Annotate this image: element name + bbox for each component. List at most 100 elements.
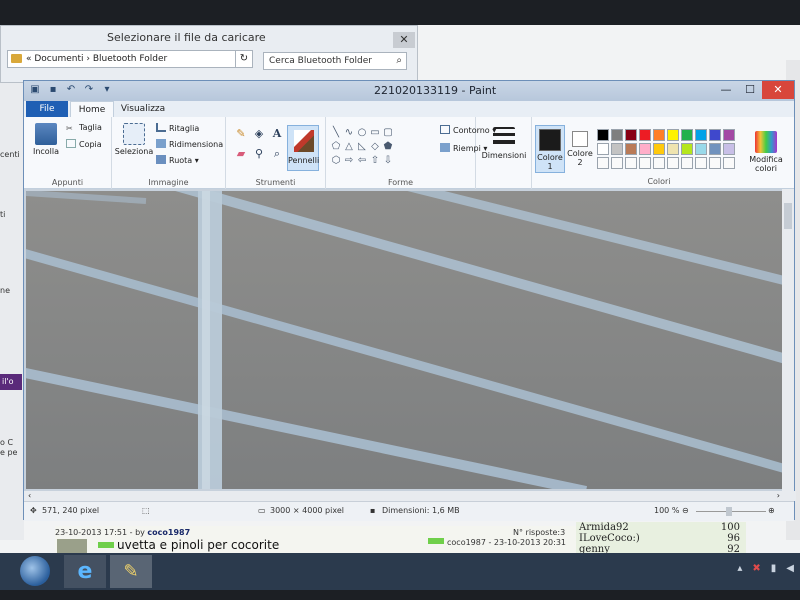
tray-volume-icon[interactable]: ◀	[786, 563, 794, 574]
palette-swatch[interactable]	[667, 129, 679, 141]
dialog-close-button[interactable]: ✕	[393, 32, 415, 48]
undo-icon[interactable]: ↶	[64, 83, 78, 97]
arrow-right-shape-icon[interactable]: ⇨	[343, 155, 355, 167]
palette-swatch[interactable]	[709, 143, 721, 155]
palette-swatch[interactable]	[695, 129, 707, 141]
tab-file[interactable]: File	[26, 101, 68, 117]
scroll-thumb[interactable]	[784, 203, 792, 229]
post-author[interactable]: coco1987	[147, 528, 190, 537]
palette-swatch[interactable]	[723, 143, 735, 155]
palette-swatch-empty[interactable]	[667, 157, 679, 169]
color2-button[interactable]: Colore 2	[566, 125, 594, 173]
curve-shape-icon[interactable]: ∿	[343, 127, 355, 139]
fill-bucket-icon[interactable]: ◈	[252, 127, 266, 141]
tray-flag-icon[interactable]: ✖	[752, 563, 760, 574]
color-picker-icon[interactable]: ⚲	[252, 147, 266, 161]
line-shape-icon[interactable]: ╲	[330, 127, 342, 139]
palette-swatch[interactable]	[667, 143, 679, 155]
rotate-button[interactable]: Ruota ▾	[156, 155, 199, 165]
palette-swatch[interactable]	[611, 143, 623, 155]
palette-swatch[interactable]	[597, 129, 609, 141]
save-icon[interactable]: ▪	[46, 83, 60, 97]
canvas-area[interactable]	[24, 189, 784, 491]
palette-swatch-empty[interactable]	[639, 157, 651, 169]
palette-swatch[interactable]	[625, 129, 637, 141]
triangle-shape-icon[interactable]: △	[343, 141, 355, 153]
palette-swatch[interactable]	[639, 143, 651, 155]
zoom-out-icon[interactable]: ⊖	[682, 506, 689, 515]
forum-post-title-link[interactable]: uvetta e pinoli per cocorite	[98, 538, 279, 552]
palette-swatch-empty[interactable]	[709, 157, 721, 169]
customize-toolbar-icon[interactable]: ▾	[100, 83, 114, 97]
palette-swatch-empty[interactable]	[653, 157, 665, 169]
refresh-button[interactable]: ↻	[235, 50, 253, 68]
tray-up-arrow-icon[interactable]: ▴	[737, 563, 742, 574]
vertical-scrollbar[interactable]	[782, 189, 794, 491]
palette-swatch-empty[interactable]	[611, 157, 623, 169]
scroll-right-icon[interactable]: ›	[777, 491, 780, 500]
close-button[interactable]: ✕	[762, 81, 794, 99]
palette-swatch-empty[interactable]	[723, 157, 735, 169]
palette-swatch[interactable]	[681, 143, 693, 155]
rect-shape-icon[interactable]: ▭	[369, 127, 381, 139]
palette-swatch[interactable]	[723, 129, 735, 141]
last-post-link[interactable]: coco1987 - 23-10-2013 20:31	[428, 538, 566, 547]
palette-swatch-empty[interactable]	[681, 157, 693, 169]
paint-app-icon[interactable]: ▣	[28, 83, 42, 97]
pentagon-shape-icon[interactable]: ⬟	[382, 141, 394, 153]
magnifier-icon[interactable]: ⌕	[270, 147, 284, 161]
scroll-left-icon[interactable]: ‹	[28, 491, 31, 500]
internet-explorer-icon[interactable]: e	[64, 555, 106, 588]
oval-shape-icon[interactable]: ○	[356, 127, 368, 139]
palette-swatch[interactable]	[597, 143, 609, 155]
palette-swatch[interactable]	[681, 129, 693, 141]
palette-swatch-empty[interactable]	[625, 157, 637, 169]
tab-home[interactable]: Home	[70, 101, 114, 117]
canvas-photo[interactable]	[26, 191, 782, 489]
search-icon[interactable]: ⌕	[396, 55, 402, 66]
color1-button[interactable]: Colore 1	[535, 125, 565, 173]
tray-network-icon[interactable]: ▮	[771, 563, 777, 574]
size-button[interactable]: Dimensioni	[480, 127, 528, 160]
paste-button[interactable]: Incolla	[30, 123, 62, 156]
resize-button[interactable]: Ridimensiona	[156, 139, 223, 149]
pencil-icon[interactable]: ✎	[234, 127, 248, 141]
palette-swatch[interactable]	[653, 129, 665, 141]
diamond-shape-icon[interactable]: ◇	[369, 141, 381, 153]
palette-swatch-empty[interactable]	[695, 157, 707, 169]
hexagon-shape-icon[interactable]: ⬡	[330, 155, 342, 167]
edit-colors-button[interactable]: Modifica colori	[746, 131, 786, 173]
palette-swatch[interactable]	[695, 143, 707, 155]
select-button[interactable]: Seleziona	[114, 123, 154, 156]
score-name[interactable]: ILoveCoco:)	[579, 533, 640, 544]
paint-taskbar-icon[interactable]: ✎	[110, 555, 152, 588]
palette-swatch[interactable]	[639, 129, 651, 141]
palette-swatch[interactable]	[709, 129, 721, 141]
shapes-gallery[interactable]: ╲ ∿ ○ ▭ ▢ ⬠ △ ◺ ◇ ⬟ ⬡ ⇨ ⇦ ⇧ ⇩	[330, 127, 406, 169]
start-button-icon[interactable]	[20, 556, 50, 586]
polygon-shape-icon[interactable]: ⬠	[330, 141, 342, 153]
palette-swatch[interactable]	[625, 143, 637, 155]
zoom-slider-thumb[interactable]	[726, 507, 732, 516]
arrow-up-shape-icon[interactable]: ⇧	[369, 155, 381, 167]
palette-swatch[interactable]	[611, 129, 623, 141]
palette-swatch[interactable]	[653, 143, 665, 155]
maximize-button[interactable]: ☐	[738, 81, 762, 99]
zoom-in-icon[interactable]: ⊕	[768, 506, 775, 515]
brushes-button[interactable]: Pennelli	[287, 125, 319, 171]
tab-view[interactable]: Visualizza	[116, 101, 170, 117]
cut-button[interactable]: ✂ Taglia	[66, 123, 102, 133]
arrow-left-shape-icon[interactable]: ⇦	[356, 155, 368, 167]
minimize-button[interactable]: —	[714, 81, 738, 99]
eraser-icon[interactable]: ▰	[234, 147, 248, 161]
rounded-rect-shape-icon[interactable]: ▢	[382, 127, 394, 139]
copy-button[interactable]: Copia	[66, 139, 102, 149]
dialog-path-bar[interactable]: « Documenti › Bluetooth Folder ▾	[7, 50, 253, 68]
text-tool-icon[interactable]: A	[270, 127, 284, 141]
horizontal-scrollbar[interactable]: ‹ ›	[24, 491, 796, 501]
palette-swatch-empty[interactable]	[597, 157, 609, 169]
dialog-search-input[interactable]: Cerca Bluetooth Folder ⌕	[263, 52, 407, 70]
arrow-down-shape-icon[interactable]: ⇩	[382, 155, 394, 167]
redo-icon[interactable]: ↷	[82, 83, 96, 97]
score-name[interactable]: Armida92	[579, 522, 629, 533]
